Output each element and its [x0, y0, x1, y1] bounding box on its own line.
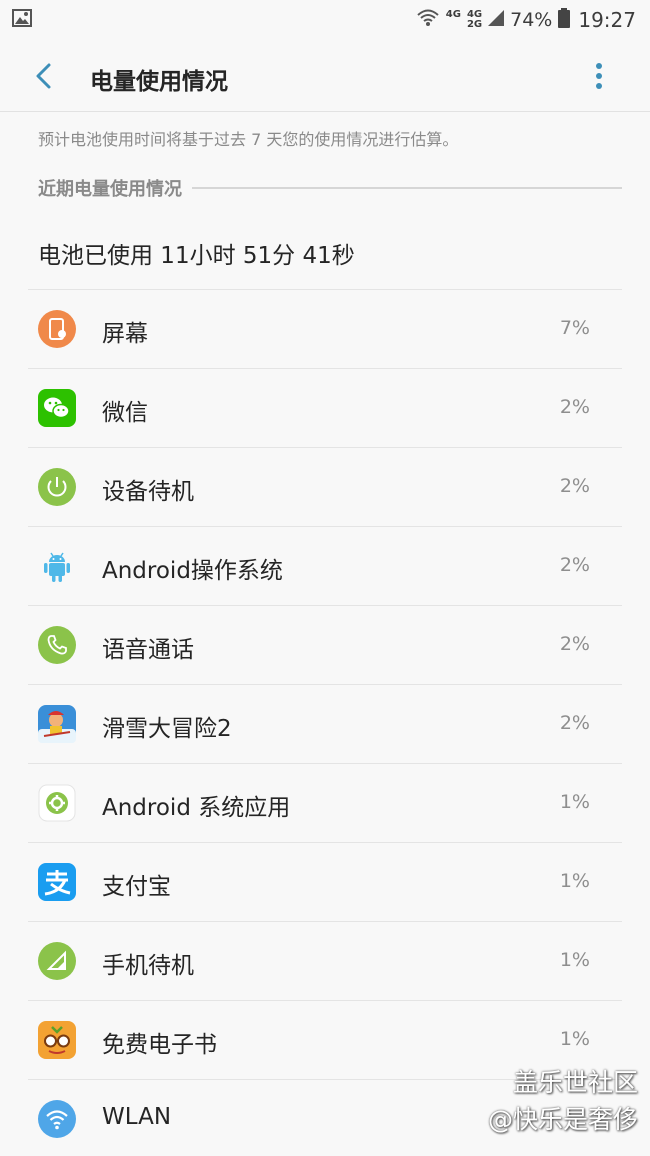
usage-item-android-os[interactable]: Android操作系统 2%	[28, 526, 622, 605]
item-name: 免费电子书	[102, 1032, 217, 1058]
item-percent: 2%	[559, 396, 590, 418]
item-name: 语音通话	[102, 637, 194, 663]
item-name: Android 系统应用	[102, 795, 291, 821]
network-type-1: 4G	[445, 9, 461, 20]
usage-item-device-standby[interactable]: 设备待机 2%	[28, 447, 622, 526]
battery-icon	[558, 8, 571, 32]
item-percent: 1%	[559, 1028, 590, 1050]
usage-item-screen[interactable]: 屏幕 7%	[28, 289, 622, 368]
back-button[interactable]	[30, 62, 58, 90]
signal-strength-icon	[488, 10, 505, 30]
battery-percent: 74%	[510, 9, 553, 31]
item-name: 屏幕	[102, 321, 148, 347]
item-percent: 2%	[559, 712, 590, 734]
more-options-button[interactable]	[588, 60, 610, 92]
item-name: 手机待机	[102, 953, 194, 979]
item-percent: 1%	[559, 791, 590, 813]
watermark-line-1: 盖乐世社区	[512, 1068, 638, 1097]
ski-game-icon	[38, 705, 76, 743]
watermark: 盖乐世社区 @快乐是奢侈	[488, 1064, 638, 1138]
ebook-icon	[38, 1021, 76, 1059]
android-icon	[38, 547, 76, 585]
phone-icon	[38, 626, 76, 664]
wechat-icon	[38, 389, 76, 427]
item-name: WLAN	[102, 1104, 172, 1130]
signal-icon	[38, 942, 76, 980]
item-percent: 2%	[559, 475, 590, 497]
clock: 19:27	[578, 8, 636, 32]
usage-item-alipay[interactable]: 支付宝 1%	[28, 842, 622, 921]
page-title: 电量使用情况	[90, 69, 228, 95]
wifi-icon	[38, 1100, 76, 1138]
usage-item-voice-call[interactable]: 语音通话 2%	[28, 605, 622, 684]
section-header: 近期电量使用情况	[38, 176, 622, 200]
item-percent: 7%	[559, 317, 590, 339]
section-label: 近期电量使用情况	[38, 179, 182, 200]
gallery-notification-icon	[12, 9, 32, 31]
app-bar: 电量使用情况	[0, 40, 650, 112]
estimate-note: 预计电池使用时间将基于过去 7 天您的使用情况进行估算。	[38, 130, 459, 149]
status-bar: 4G 4G 2G 74% 19:27	[0, 0, 650, 40]
item-percent: 1%	[559, 949, 590, 971]
item-name: 设备待机	[102, 479, 194, 505]
gear-icon	[38, 784, 76, 822]
chevron-left-icon	[36, 63, 51, 89]
alipay-icon	[38, 863, 76, 901]
item-percent: 2%	[559, 633, 590, 655]
usage-item-android-system-apps[interactable]: Android 系统应用 1%	[28, 763, 622, 842]
usage-item-wechat[interactable]: 微信 2%	[28, 368, 622, 447]
item-name: 滑雪大冒险2	[102, 716, 232, 742]
usage-list: 屏幕 7% 微信 2% 设备待机 2% Android操作系统 2% 语音通话 …	[28, 289, 622, 1156]
power-icon	[38, 468, 76, 506]
screen-icon	[38, 310, 76, 348]
item-name: 支付宝	[102, 874, 171, 900]
network-type-2: 4G 2G	[466, 9, 483, 30]
item-percent: 1%	[559, 870, 590, 892]
more-vert-icon	[596, 63, 602, 89]
item-name: 微信	[102, 400, 148, 426]
wifi-status-icon	[416, 8, 440, 32]
item-name: Android操作系统	[102, 558, 283, 584]
usage-item-ski-safari-2[interactable]: 滑雪大冒险2 2%	[28, 684, 622, 763]
watermark-line-2: @快乐是奢侈	[487, 1105, 638, 1134]
section-divider	[192, 187, 622, 189]
item-percent: 2%	[559, 554, 590, 576]
battery-used-summary: 电池已使用 11小时 51分 41秒	[38, 243, 355, 269]
usage-item-phone-standby[interactable]: 手机待机 1%	[28, 921, 622, 1000]
